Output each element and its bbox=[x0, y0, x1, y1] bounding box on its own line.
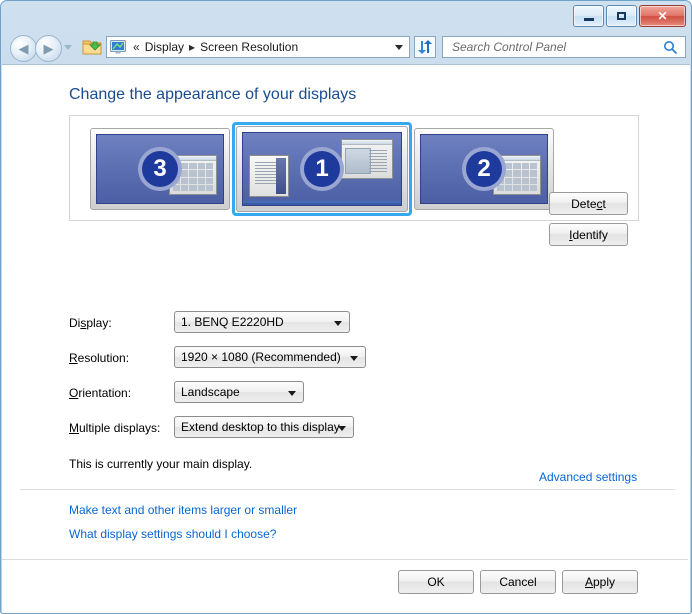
breadcrumb-prefix: « bbox=[133, 40, 140, 54]
cancel-button[interactable]: Cancel bbox=[480, 570, 556, 594]
back-button[interactable]: ◀ bbox=[10, 35, 37, 62]
display-label-post: play: bbox=[86, 316, 112, 330]
navigation-bar: ◀ ▶ « Display ▸ Screen Resolution Search… bbox=[2, 31, 690, 64]
monitor-2-screen: 2 bbox=[420, 134, 548, 204]
maximize-icon bbox=[607, 6, 636, 26]
monitor-1-number: 1 bbox=[300, 147, 344, 191]
orientation-dropdown-value: Landscape bbox=[181, 385, 240, 399]
maximize-button[interactable] bbox=[606, 5, 637, 27]
button-bar-divider bbox=[2, 559, 688, 560]
resolution-dropdown-value: 1920 × 1080 (Recommended) bbox=[181, 350, 341, 364]
monitor-3-bezel: 3 bbox=[90, 128, 230, 210]
window-controls: ✕ bbox=[573, 5, 686, 27]
recent-pages-chevron-down-icon[interactable] bbox=[64, 45, 73, 52]
make-text-larger-link[interactable]: Make text and other items larger or smal… bbox=[69, 503, 297, 517]
multiple-displays-label-accel: M bbox=[69, 421, 79, 435]
breadcrumb-separator: ▸ bbox=[189, 40, 196, 54]
folder-icon bbox=[82, 37, 102, 57]
identify-label-post: dentify bbox=[572, 227, 608, 242]
main-display-status: This is currently your main display. bbox=[69, 457, 253, 471]
monitor-1-bezel: 1 bbox=[236, 126, 408, 212]
monitor-1-sidebar-icon bbox=[249, 155, 289, 197]
apply-label-accel: A bbox=[584, 575, 593, 589]
content-area: Change the appearance of your displays 3 bbox=[2, 64, 690, 613]
display-dropdown-value: 1. BENQ E2220HD bbox=[181, 315, 284, 329]
resolution-label-accel: R bbox=[69, 351, 78, 365]
breadcrumb-item-screen-resolution[interactable]: Screen Resolution bbox=[198, 39, 300, 55]
search-box[interactable] bbox=[442, 36, 686, 58]
ok-label: OK bbox=[427, 575, 445, 589]
forward-arrow-icon: ▶ bbox=[43, 41, 54, 56]
content-divider bbox=[20, 489, 675, 490]
display-chevron-down-icon bbox=[334, 321, 342, 326]
display-icon bbox=[110, 40, 126, 54]
minimize-button[interactable] bbox=[573, 5, 604, 27]
multiple-displays-chevron-down-icon bbox=[338, 426, 346, 431]
refresh-icon bbox=[418, 40, 432, 54]
advanced-settings-link[interactable]: Advanced settings bbox=[539, 470, 637, 484]
multiple-displays-dropdown-value: Extend desktop to this display bbox=[181, 420, 340, 434]
ok-button[interactable]: OK bbox=[398, 570, 474, 594]
resolution-dropdown[interactable]: 1920 × 1080 (Recommended) bbox=[174, 346, 366, 368]
resolution-chevron-down-icon bbox=[350, 356, 358, 361]
display-label-pre: Di bbox=[69, 316, 81, 330]
cancel-label: Cancel bbox=[499, 575, 537, 589]
apply-label-post: pply bbox=[593, 575, 616, 589]
display-label: Display: bbox=[69, 316, 112, 330]
what-display-settings-link[interactable]: What display settings should I choose? bbox=[69, 527, 276, 541]
screen-resolution-window: ✕ ◀ ▶ « Display ▸ Screen Resolution Sear… bbox=[0, 0, 692, 614]
breadcrumb-item-display[interactable]: Display bbox=[143, 39, 186, 55]
back-arrow-icon: ◀ bbox=[18, 41, 29, 56]
apply-button[interactable]: Apply bbox=[562, 570, 638, 594]
close-icon: ✕ bbox=[657, 9, 668, 23]
monitor-3[interactable]: 3 bbox=[90, 128, 230, 210]
resolution-label-post: esolution: bbox=[77, 351, 130, 365]
multiple-displays-label: Multiple displays: bbox=[69, 421, 160, 435]
minimize-icon bbox=[574, 6, 603, 26]
detect-label-post: t bbox=[602, 196, 606, 211]
monitor-1-taskbar bbox=[243, 201, 401, 205]
monitor-1-window-icon bbox=[341, 139, 393, 179]
address-bar[interactable]: « Display ▸ Screen Resolution bbox=[106, 36, 410, 58]
orientation-label: Orientation: bbox=[69, 386, 131, 400]
display-dropdown[interactable]: 1. BENQ E2220HD bbox=[174, 311, 350, 333]
detect-button[interactable]: Dete c t bbox=[549, 192, 628, 215]
monitor-3-screen: 3 bbox=[96, 134, 224, 204]
monitor-3-number: 3 bbox=[138, 147, 182, 191]
search-icon[interactable] bbox=[663, 40, 678, 58]
orientation-dropdown[interactable]: Landscape bbox=[174, 381, 304, 403]
monitor-2[interactable]: 2 bbox=[414, 128, 554, 210]
detect-label-pre: Dete bbox=[571, 196, 597, 211]
forward-button[interactable]: ▶ bbox=[35, 35, 62, 62]
page-title: Change the appearance of your displays bbox=[69, 86, 357, 103]
monitor-2-number: 2 bbox=[462, 147, 506, 191]
orientation-label-post: rientation: bbox=[78, 386, 132, 400]
title-bar: ✕ bbox=[1, 1, 691, 31]
monitor-1[interactable]: 1 bbox=[232, 122, 412, 216]
orientation-label-accel: O bbox=[69, 386, 79, 400]
multiple-displays-dropdown[interactable]: Extend desktop to this display bbox=[174, 416, 354, 438]
multiple-displays-label-post: ultiple displays: bbox=[79, 421, 161, 435]
search-input[interactable] bbox=[450, 39, 654, 55]
refresh-button[interactable] bbox=[414, 36, 436, 58]
orientation-chevron-down-icon bbox=[288, 391, 296, 396]
close-button[interactable]: ✕ bbox=[639, 5, 686, 27]
identify-button[interactable]: Identify bbox=[549, 223, 628, 246]
monitor-2-bezel: 2 bbox=[414, 128, 554, 210]
resolution-label: Resolution: bbox=[69, 351, 129, 365]
address-chevron-down-icon[interactable] bbox=[395, 45, 403, 50]
monitor-1-screen: 1 bbox=[242, 132, 402, 206]
